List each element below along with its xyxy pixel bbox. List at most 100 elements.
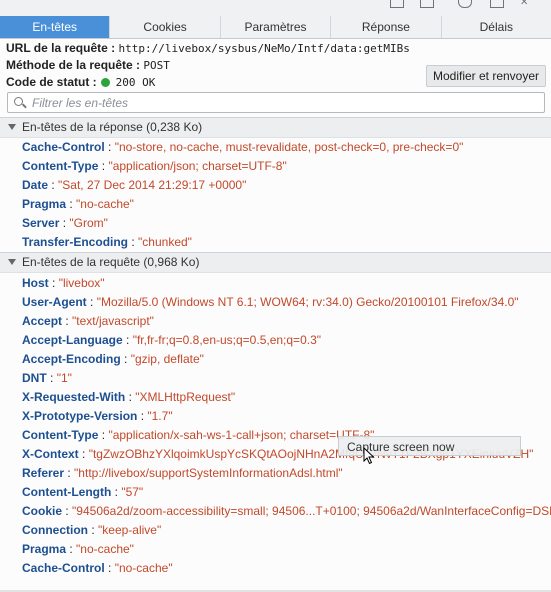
status-dot-icon: [100, 78, 110, 87]
close-icon[interactable]: ✕: [520, 0, 532, 8]
header-separator: :: [104, 140, 115, 154]
dock-icon[interactable]: [490, 0, 504, 8]
toolbar-strip: ✕: [0, 0, 551, 16]
header-value: "no-cache": [76, 542, 134, 556]
header-value: "application/x-sah-ws-1-call+json; chars…: [108, 428, 375, 442]
header-value: "Sat, 27 Dec 2014 21:29:17 +0000": [58, 178, 247, 192]
header-name: X-Prototype-Version: [22, 409, 138, 423]
header-separator: :: [120, 352, 131, 366]
header-row[interactable]: DNT : "1": [0, 369, 551, 388]
header-separator: :: [64, 466, 75, 480]
header-value: "application/json; charset=UTF-8": [108, 159, 287, 173]
header-row[interactable]: Accept : "text/javascript": [0, 312, 551, 331]
search-icon: [14, 97, 23, 106]
split-console-icon[interactable]: [420, 0, 434, 8]
header-name: Accept-Language: [22, 333, 123, 347]
header-row[interactable]: Pragma : "no-cache": [0, 540, 551, 559]
header-value: "1": [56, 371, 72, 385]
header-name: Server: [22, 216, 60, 230]
header-row[interactable]: Date : "Sat, 27 Dec 2014 21:29:17 +0000": [0, 176, 551, 195]
header-separator: :: [122, 333, 133, 347]
header-separator: :: [98, 428, 109, 442]
header-separator: :: [78, 447, 89, 461]
filter-headers-input[interactable]: [30, 94, 539, 112]
header-value: "text/javascript": [72, 314, 154, 328]
header-name: Date: [22, 178, 49, 192]
header-value: "no-cache": [76, 197, 134, 211]
header-row[interactable]: Content-Length : "57": [0, 483, 551, 502]
header-name: Accept-Encoding: [22, 352, 121, 366]
header-value: "no-store, no-cache, must-revalidate, po…: [114, 140, 464, 154]
header-separator: :: [48, 178, 59, 192]
response-section-title: En-têtes de la réponse (0,238 Ko): [22, 120, 203, 134]
header-name: Cookie: [22, 504, 63, 518]
method-label: Méthode de la requête :: [6, 58, 141, 72]
header-separator: :: [104, 561, 115, 575]
header-row[interactable]: Accept-Language : "fr,fr-fr;q=0.8,en-us;…: [0, 331, 551, 350]
status-value: 200 OK: [115, 76, 156, 89]
tab-timings[interactable]: Délais: [442, 16, 551, 38]
header-value: "Mozilla/5.0 (Windows NT 6.1; WOW64; rv:…: [96, 295, 519, 309]
mouse-cursor-icon: [363, 447, 375, 465]
header-row[interactable]: Content-Type : "application/json; charse…: [0, 157, 551, 176]
status-label: Code de statut :: [6, 75, 97, 89]
tab-response[interactable]: Réponse: [331, 16, 442, 38]
header-name: X-Requested-With: [22, 390, 126, 404]
header-row[interactable]: X-Requested-With : "XMLHttpRequest": [0, 388, 551, 407]
header-name: Content-Type: [22, 428, 99, 442]
url-value: http://livebox/sysbus/NeMo/Intf/data:get…: [118, 42, 410, 55]
settings-icon[interactable]: [458, 0, 472, 8]
edit-resend-button[interactable]: Modifier et renvoyer: [426, 65, 546, 87]
header-row[interactable]: Referer : "http://livebox/supportSystemI…: [0, 464, 551, 483]
console-icon[interactable]: [390, 0, 404, 8]
header-separator: :: [48, 276, 59, 290]
header-name: Content-Length: [22, 485, 112, 499]
header-value: "http://livebox/supportSystemInformation…: [74, 466, 343, 480]
tab-params[interactable]: Paramètres: [221, 16, 332, 38]
request-headers-list: Host : "livebox" User-Agent : "Mozilla/5.…: [0, 274, 551, 578]
header-separator: :: [62, 314, 73, 328]
header-row[interactable]: Cache-Control : "no-cache": [0, 559, 551, 578]
header-separator: :: [46, 371, 57, 385]
header-row[interactable]: Connection : "keep-alive": [0, 521, 551, 540]
header-row[interactable]: Transfer-Encoding : "chunked": [0, 233, 551, 252]
header-value: "57": [121, 485, 144, 499]
header-name: Connection: [22, 523, 88, 537]
header-row[interactable]: Cache-Control : "no-store, no-cache, mus…: [0, 138, 551, 157]
header-separator: :: [88, 523, 99, 537]
header-row[interactable]: Accept-Encoding : "gzip, deflate": [0, 350, 551, 369]
details-tabs: En-têtes Cookies Paramètres Réponse Déla…: [0, 16, 551, 39]
header-row[interactable]: Cookie : "94506a2d/zoom-accessibility=sm…: [0, 502, 551, 521]
header-row[interactable]: Host : "livebox": [0, 274, 551, 293]
header-name: Pragma: [22, 542, 67, 556]
header-separator: :: [66, 542, 77, 556]
header-separator: :: [86, 295, 97, 309]
header-name: Content-Type: [22, 159, 99, 173]
header-row[interactable]: Server : "Grom": [0, 214, 551, 233]
tab-cookies[interactable]: Cookies: [110, 16, 221, 38]
header-separator: :: [62, 504, 73, 518]
request-headers-section-header[interactable]: En-têtes de la requête (0,968 Ko): [0, 252, 551, 273]
header-value: "1.7": [147, 409, 173, 423]
collapse-triangle-icon: [8, 124, 16, 130]
header-value: "gzip, deflate": [130, 352, 204, 366]
header-separator: :: [98, 159, 109, 173]
header-name: Pragma: [22, 197, 67, 211]
method-value: POST: [143, 59, 170, 72]
header-name: X-Context: [22, 447, 79, 461]
response-headers-list: Cache-Control : "no-store, no-cache, mus…: [0, 138, 551, 252]
header-name: DNT: [22, 371, 47, 385]
response-headers-section-header[interactable]: En-têtes de la réponse (0,238 Ko): [0, 117, 551, 138]
header-name: Cache-Control: [22, 140, 105, 154]
header-row[interactable]: Pragma : "no-cache": [0, 195, 551, 214]
tab-headers[interactable]: En-têtes: [0, 16, 111, 38]
request-section-title: En-têtes de la requête (0,968 Ko): [22, 255, 200, 269]
header-name: User-Agent: [22, 295, 87, 309]
header-row[interactable]: User-Agent : "Mozilla/5.0 (Windows NT 6.…: [0, 293, 551, 312]
header-name: Host: [22, 276, 49, 290]
header-separator: :: [125, 390, 136, 404]
filter-box: [7, 92, 545, 113]
header-row[interactable]: X-Prototype-Version : "1.7": [0, 407, 551, 426]
header-name: Accept: [22, 314, 63, 328]
header-name: Referer: [22, 466, 65, 480]
